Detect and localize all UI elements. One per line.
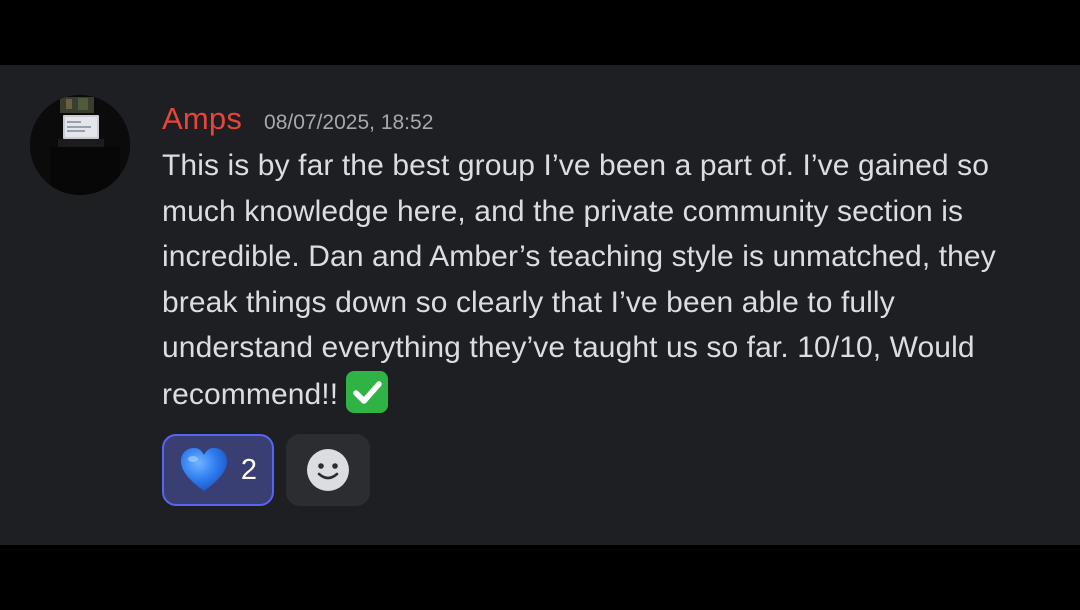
screenshot-frame: Amps 08/07/2025, 18:52 This is by far th… (0, 0, 1080, 610)
avatar-image (30, 95, 130, 195)
username[interactable]: Amps (162, 101, 242, 137)
reaction-count: 2 (240, 453, 258, 486)
message-content: This is by far the best group I’ve been … (162, 143, 1052, 417)
blue-heart-reaction[interactable]: 2 (162, 434, 274, 506)
chat-message: Amps 08/07/2025, 18:52 This is by far th… (0, 65, 1080, 545)
add-reaction-smiley-icon (307, 449, 349, 491)
white-check-mark-emoji (346, 370, 389, 413)
avatar[interactable] (30, 95, 130, 195)
blue-heart-icon (180, 448, 227, 491)
reaction-bar: 2 (162, 434, 370, 506)
message-header: Amps 08/07/2025, 18:52 (162, 101, 433, 141)
timestamp: 08/07/2025, 18:52 (264, 111, 434, 134)
message-text: This is by far the best group I’ve been … (162, 149, 996, 411)
add-reaction-button[interactable] (286, 434, 370, 506)
